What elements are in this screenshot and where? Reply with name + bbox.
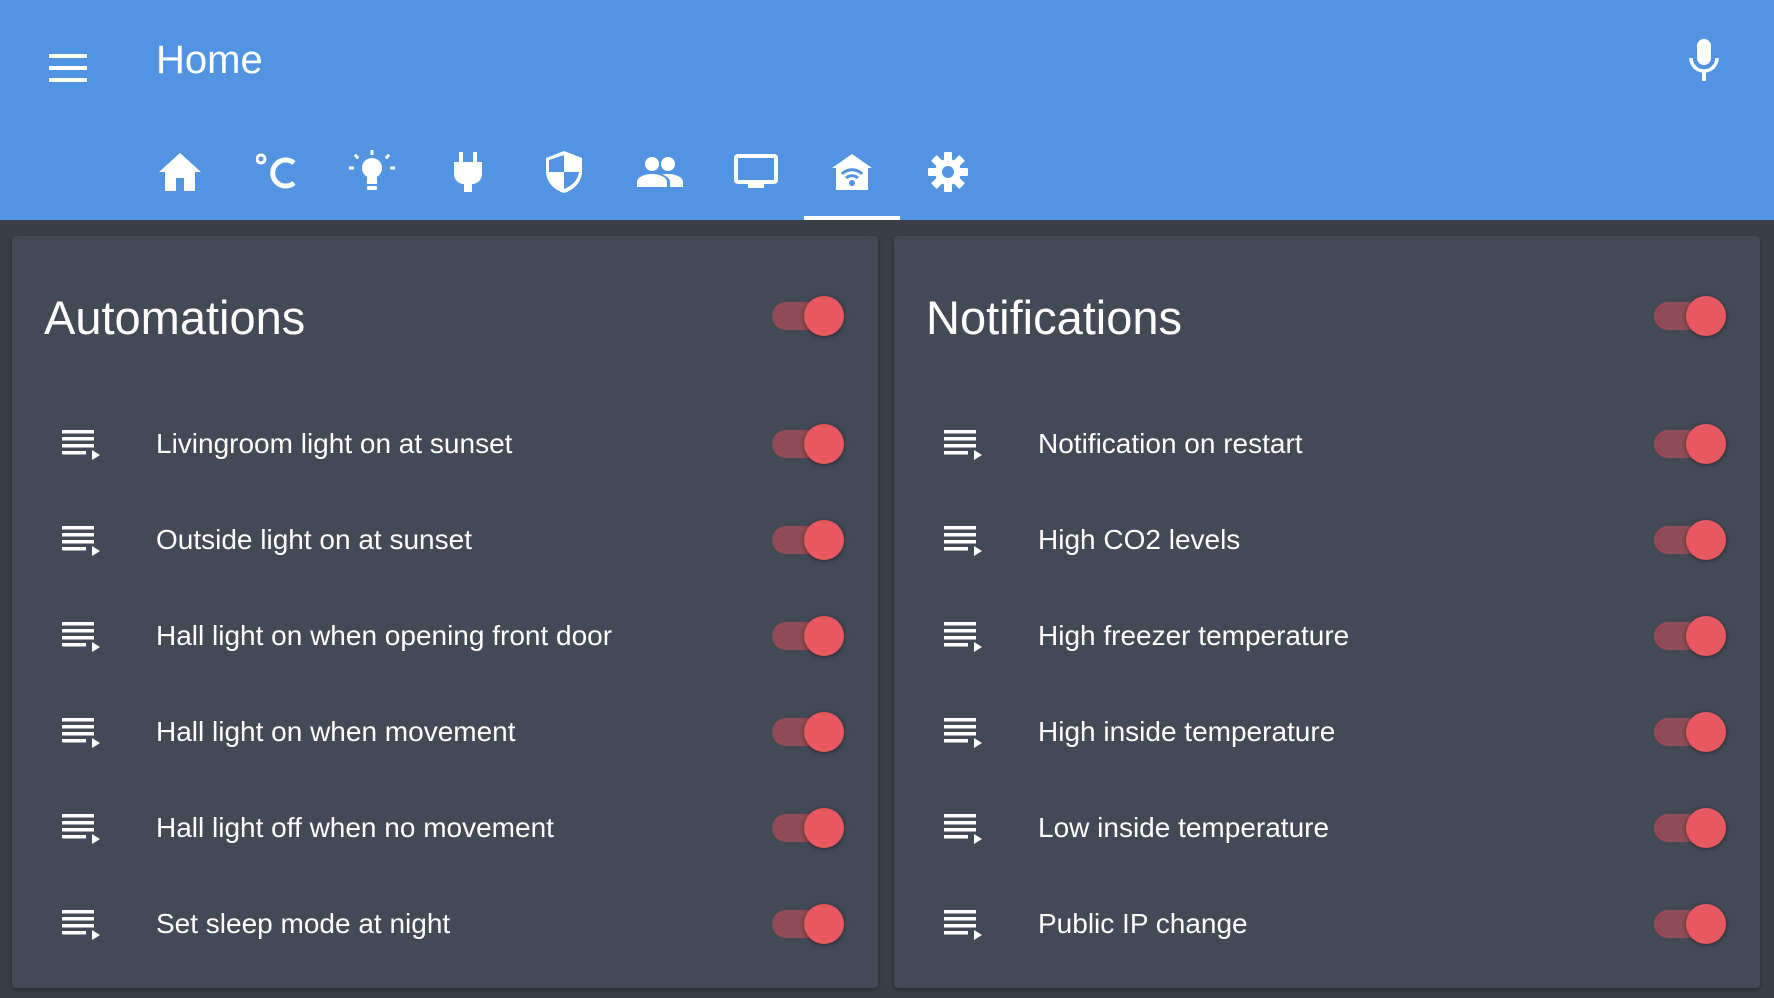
toggle-knob <box>1686 520 1726 560</box>
list-item-label: Notification on restart <box>1038 428 1303 459</box>
view-tabs <box>132 124 996 220</box>
toggle-knob <box>804 808 844 848</box>
celsius-icon <box>256 153 296 189</box>
tab-climate[interactable] <box>228 124 324 220</box>
list-item-label: High inside temperature <box>1038 716 1336 747</box>
playlist-play-icon <box>62 526 100 556</box>
playlist-play-icon <box>944 430 982 460</box>
notifications-card: Notifications Notification on restart Hi… <box>894 236 1760 988</box>
toggle-knob <box>1686 904 1726 944</box>
playlist-play-icon <box>944 814 982 844</box>
list-item-toggle[interactable] <box>1654 424 1726 464</box>
list-item: High freezer temperature <box>894 588 1760 684</box>
list-item-toggle[interactable] <box>772 712 844 752</box>
list-item-label: Set sleep mode at night <box>156 908 451 939</box>
list-item: Livingroom light on at sunset <box>12 396 878 492</box>
tab-automation[interactable] <box>804 124 900 220</box>
automations-master-toggle[interactable] <box>772 296 844 336</box>
monitor-icon <box>734 154 778 188</box>
list-item-label: Outside light on at sunset <box>156 524 472 555</box>
microphone-icon <box>1689 39 1719 81</box>
list-item: Hall light on when opening front door <box>12 588 878 684</box>
tab-configuration[interactable] <box>900 124 996 220</box>
list-item: Set sleep mode at night <box>12 876 878 972</box>
list-item-toggle[interactable] <box>772 520 844 560</box>
playlist-play-icon <box>944 718 982 748</box>
list-item-label: Livingroom light on at sunset <box>156 428 513 459</box>
tab-home[interactable] <box>132 124 228 220</box>
list-item: Hall light off when no movement <box>12 780 878 876</box>
notifications-list: Notification on restart High CO2 levels … <box>894 396 1760 972</box>
tab-lights[interactable] <box>324 124 420 220</box>
list-item: High inside temperature <box>894 684 1760 780</box>
list-item-toggle[interactable] <box>1654 904 1726 944</box>
list-item-toggle[interactable] <box>772 616 844 656</box>
toggle-knob <box>1686 616 1726 656</box>
list-item-label: Hall light on when opening front door <box>156 620 613 651</box>
list-item-toggle[interactable] <box>1654 616 1726 656</box>
playlist-play-icon <box>62 910 100 940</box>
toggle-knob <box>1686 712 1726 752</box>
hamburger-menu-icon <box>49 54 87 82</box>
list-item: Low inside temperature <box>894 780 1760 876</box>
toggle-knob <box>804 424 844 464</box>
playlist-play-icon <box>62 622 100 652</box>
list-item-toggle[interactable] <box>1654 712 1726 752</box>
list-item-label: High CO2 levels <box>1038 524 1241 555</box>
card-title: Automations <box>44 291 306 344</box>
notifications-master-toggle[interactable] <box>1654 296 1726 336</box>
app-header: Home <box>0 0 1774 220</box>
list-item-label: Hall light on when movement <box>156 716 516 747</box>
list-item-toggle[interactable] <box>772 904 844 944</box>
people-icon <box>637 157 683 187</box>
home-icon <box>159 153 201 191</box>
menu-button[interactable] <box>36 36 100 100</box>
toggle-knob <box>804 904 844 944</box>
lightbulb-icon <box>349 150 395 190</box>
list-item: Outside light on at sunset <box>12 492 878 588</box>
toggle-knob <box>804 616 844 656</box>
toggle-knob <box>1686 808 1726 848</box>
automations-card: Automations Livingroom light on at sunse… <box>12 236 878 988</box>
list-item-label: Low inside temperature <box>1038 812 1330 843</box>
toggle-knob <box>1686 424 1726 464</box>
automations-card-header: Automations <box>12 236 878 396</box>
toggle-knob <box>804 520 844 560</box>
list-item-label: Public IP change <box>1038 908 1248 939</box>
list-item: Public IP change <box>894 876 1760 972</box>
playlist-play-icon <box>62 430 100 460</box>
voice-command-button[interactable] <box>1674 28 1734 92</box>
toggle-knob <box>804 296 844 336</box>
tab-switches[interactable] <box>420 124 516 220</box>
list-item-toggle[interactable] <box>1654 808 1726 848</box>
page-title: Home <box>156 38 263 82</box>
toggle-knob <box>804 712 844 752</box>
tab-people[interactable] <box>612 124 708 220</box>
playlist-play-icon <box>944 910 982 940</box>
list-item-toggle[interactable] <box>1654 520 1726 560</box>
power-plug-icon <box>454 152 482 192</box>
list-item-toggle[interactable] <box>772 808 844 848</box>
list-item: High CO2 levels <box>894 492 1760 588</box>
list-item-label: High freezer temperature <box>1038 620 1350 651</box>
shield-icon <box>546 151 582 193</box>
playlist-play-icon <box>62 718 100 748</box>
playlist-play-icon <box>62 814 100 844</box>
list-item-label: Hall light off when no movement <box>156 812 554 843</box>
home-wifi-icon <box>832 154 872 190</box>
playlist-play-icon <box>944 526 982 556</box>
toggle-knob <box>1686 296 1726 336</box>
list-item-toggle[interactable] <box>772 424 844 464</box>
notifications-card-header: Notifications <box>894 236 1760 396</box>
tab-security[interactable] <box>516 124 612 220</box>
playlist-play-icon <box>944 622 982 652</box>
card-title: Notifications <box>926 291 1182 344</box>
list-item: Notification on restart <box>894 396 1760 492</box>
list-item: Hall light on when movement <box>12 684 878 780</box>
gear-icon <box>928 152 968 192</box>
tab-media[interactable] <box>708 124 804 220</box>
automations-list: Livingroom light on at sunset Outside li… <box>12 396 878 972</box>
